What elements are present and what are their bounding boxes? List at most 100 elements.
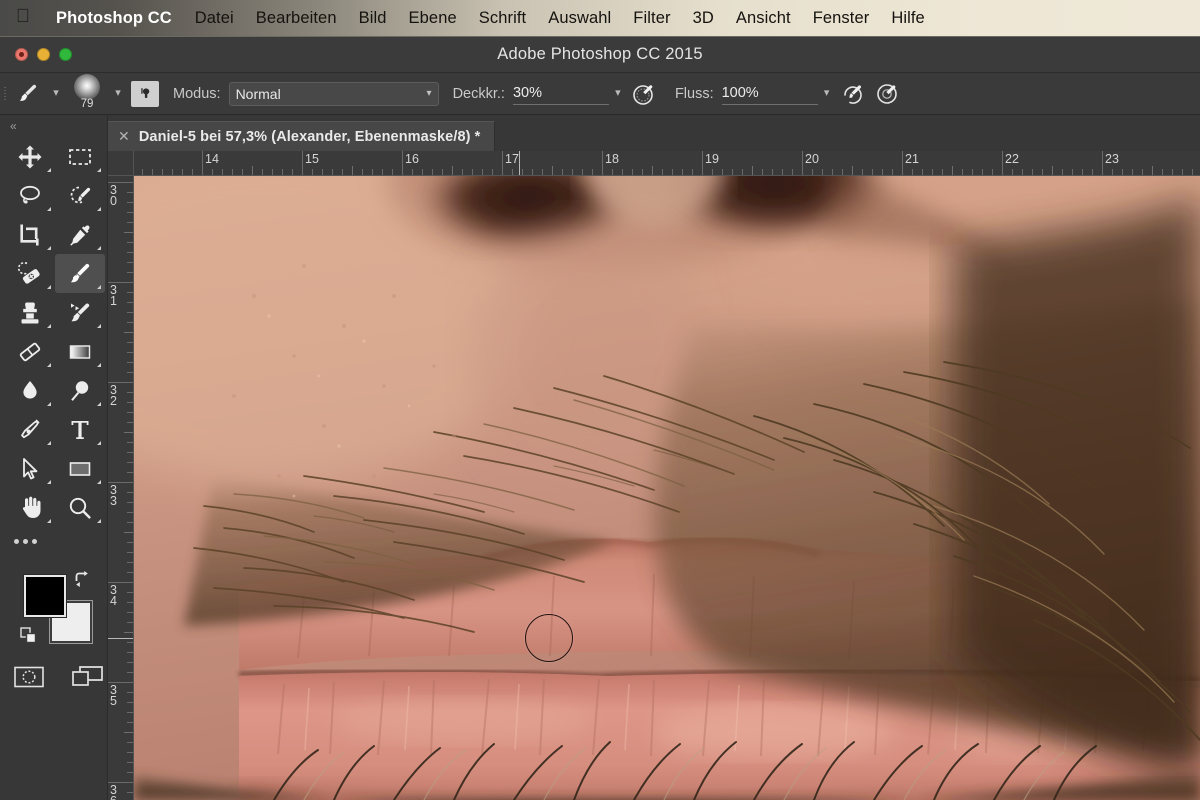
crop-tool[interactable] bbox=[5, 215, 55, 254]
brush-tool[interactable] bbox=[55, 254, 105, 293]
options-bar-grip[interactable] bbox=[0, 73, 9, 115]
menu-item-ansicht[interactable]: Ansicht bbox=[725, 9, 802, 28]
opacity-chevron-down-icon[interactable]: ▾ bbox=[609, 88, 627, 99]
menu-item-photoshop[interactable]: Photoshop CC bbox=[44, 9, 184, 28]
smoothing-icon[interactable] bbox=[836, 81, 870, 107]
ruler-tick bbox=[124, 432, 133, 433]
apple-logo-icon[interactable]:  bbox=[8, 7, 38, 29]
ruler-tick bbox=[482, 169, 483, 175]
clone-stamp-tool[interactable] bbox=[5, 293, 55, 332]
rectangular-marquee-tool[interactable] bbox=[55, 137, 105, 176]
blend-mode-select[interactable]: Normal ▾ bbox=[228, 81, 439, 106]
ruler-tick bbox=[127, 542, 133, 543]
ruler-tick bbox=[972, 169, 973, 175]
screen-mode-icon[interactable] bbox=[72, 665, 104, 694]
opacity-input[interactable]: 30% bbox=[512, 83, 609, 105]
brush-tip-preview-icon bbox=[74, 74, 100, 100]
airbrush-icon[interactable] bbox=[627, 81, 661, 107]
ruler-corner[interactable] bbox=[108, 151, 134, 176]
menu-item-bild[interactable]: Bild bbox=[348, 9, 398, 28]
path-selection-tool[interactable] bbox=[5, 449, 55, 488]
ruler-tick bbox=[127, 772, 133, 773]
canvas-area[interactable] bbox=[134, 176, 1200, 800]
dodge-tool[interactable] bbox=[55, 371, 105, 410]
ruler-tick bbox=[652, 166, 653, 175]
brush-icon[interactable] bbox=[9, 82, 47, 106]
history-brush-tool[interactable] bbox=[55, 293, 105, 332]
close-tab-icon[interactable]: ✕ bbox=[118, 128, 130, 145]
tool-corner-icon bbox=[97, 402, 101, 406]
ruler-tick bbox=[422, 169, 423, 175]
tool-corner-icon bbox=[97, 246, 101, 250]
move-tool[interactable] bbox=[5, 137, 55, 176]
quick-selection-tool[interactable] bbox=[55, 176, 105, 215]
hand-tool[interactable] bbox=[5, 488, 55, 527]
zoom-tool[interactable] bbox=[55, 488, 105, 527]
brush-preset-chevron-down-icon[interactable]: ▾ bbox=[109, 88, 127, 99]
ruler-tick bbox=[712, 169, 713, 175]
ruler-tick bbox=[782, 169, 783, 175]
ruler-tick bbox=[127, 262, 133, 263]
ruler-tick bbox=[362, 169, 363, 175]
menu-item-schrift[interactable]: Schrift bbox=[468, 9, 537, 28]
ruler-tick bbox=[127, 522, 133, 523]
ruler-label: 30 bbox=[110, 183, 117, 208]
eyedropper-tool[interactable] bbox=[55, 215, 105, 254]
ruler-tick bbox=[127, 242, 133, 243]
ruler-tick bbox=[127, 402, 133, 403]
ruler-label: 35 bbox=[110, 683, 117, 708]
menu-item-bearbeiten[interactable]: Bearbeiten bbox=[245, 9, 348, 28]
rectangle-tool[interactable] bbox=[55, 449, 105, 488]
menu-item-3d[interactable]: 3D bbox=[682, 9, 725, 28]
flow-chevron-down-icon[interactable]: ▾ bbox=[818, 88, 836, 99]
tool-corner-icon bbox=[47, 441, 51, 445]
blend-mode-value: Normal bbox=[235, 85, 281, 102]
flow-input[interactable]: 100% bbox=[721, 83, 818, 105]
tool-corner-icon bbox=[47, 363, 51, 367]
swap-colors-icon[interactable] bbox=[72, 569, 92, 594]
vertical-ruler[interactable]: 30 31 32 33 34 35 36 bbox=[108, 176, 134, 800]
menu-item-filter[interactable]: Filter bbox=[622, 9, 681, 28]
document-tab-label: Daniel-5 bei 57,3% (Alexander, Ebenenmas… bbox=[138, 128, 481, 145]
ruler-tick bbox=[212, 169, 213, 175]
default-colors-icon[interactable] bbox=[20, 627, 38, 650]
ruler-tick bbox=[522, 169, 523, 175]
gradient-tool[interactable] bbox=[55, 332, 105, 371]
ruler-tick bbox=[252, 166, 253, 175]
ruler-label: 31 bbox=[110, 283, 117, 308]
ruler-tick bbox=[822, 169, 823, 175]
menu-item-datei[interactable]: Datei bbox=[184, 9, 245, 28]
menu-item-ebene[interactable]: Ebene bbox=[398, 9, 468, 28]
foreground-color-swatch[interactable] bbox=[24, 575, 66, 617]
document-tab[interactable]: ✕ Daniel-5 bei 57,3% (Alexander, Ebenenm… bbox=[108, 121, 496, 151]
pen-tool[interactable] bbox=[5, 410, 55, 449]
type-tool[interactable] bbox=[55, 410, 105, 449]
ruler-tick bbox=[127, 492, 133, 493]
ruler-tick bbox=[312, 169, 313, 175]
ruler-tick bbox=[127, 722, 133, 723]
eraser-tool[interactable] bbox=[5, 332, 55, 371]
brush-preset-preview[interactable]: 79 bbox=[65, 74, 109, 110]
collapse-panel-icon[interactable]: « bbox=[0, 115, 107, 137]
ruler-mouse-position-marker bbox=[519, 151, 520, 175]
ruler-tick bbox=[124, 332, 133, 333]
menu-item-hilfe[interactable]: Hilfe bbox=[880, 9, 936, 28]
ruler-tick bbox=[462, 169, 463, 175]
brush-panel-icon[interactable] bbox=[131, 80, 159, 107]
spot-healing-brush-tool[interactable] bbox=[5, 254, 55, 293]
symmetry-icon[interactable] bbox=[870, 81, 904, 107]
lasso-tool[interactable] bbox=[5, 176, 55, 215]
ruler-tick bbox=[1022, 169, 1023, 175]
menu-item-auswahl[interactable]: Auswahl bbox=[537, 9, 622, 28]
ruler-tick bbox=[127, 712, 133, 713]
ruler-tick bbox=[127, 342, 133, 343]
menu-item-fenster[interactable]: Fenster bbox=[802, 9, 881, 28]
horizontal-ruler[interactable]: 14 15 16 17 18 19 20 21 22 23 bbox=[134, 151, 1200, 176]
ruler-tick bbox=[982, 169, 983, 175]
ruler-tick bbox=[622, 169, 623, 175]
ruler-tick bbox=[582, 169, 583, 175]
more-tools-button[interactable] bbox=[0, 527, 107, 555]
brush-tool-preset-chevron-down-icon[interactable]: ▾ bbox=[47, 88, 65, 99]
quick-mask-icon[interactable] bbox=[14, 665, 44, 694]
blur-tool[interactable] bbox=[5, 371, 55, 410]
